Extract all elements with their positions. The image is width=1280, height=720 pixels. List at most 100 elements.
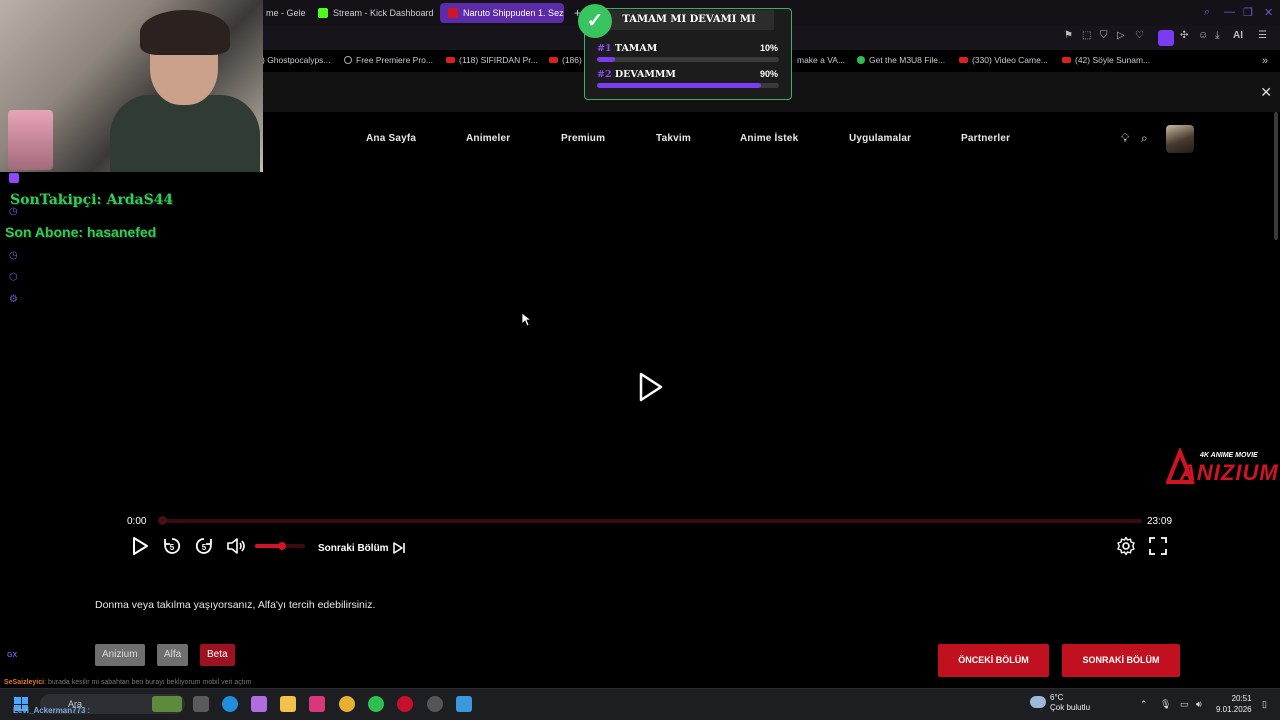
instagram-icon[interactable] — [309, 696, 325, 712]
bookmark-icon[interactable]: ⚑ — [1064, 30, 1073, 41]
sidebar-icon[interactable]: ◷ — [9, 206, 18, 217]
cube-icon[interactable]: ⬡ — [9, 272, 18, 283]
poll-option-2: #2 DEVAMMM — [597, 69, 676, 80]
browser-tab-active[interactable]: Naruto Shippuden 1. Sezo — [440, 3, 564, 23]
chrome-icon[interactable] — [339, 696, 355, 712]
extension-icon[interactable] — [1158, 30, 1174, 46]
weather-cloud-icon — [1030, 696, 1046, 708]
system-clock[interactable]: 20:51 9.01.2026 — [1216, 693, 1252, 715]
copilot-icon[interactable] — [251, 696, 267, 712]
source-beta-button[interactable]: Beta — [200, 644, 235, 666]
previous-episode-button[interactable]: ÖNCEKİ BÖLÜM — [938, 644, 1049, 677]
kick-icon — [318, 8, 328, 18]
obs-icon[interactable] — [427, 696, 443, 712]
nav-partnerler[interactable]: Partnerler — [961, 133, 1010, 144]
svg-text:5: 5 — [170, 543, 175, 552]
source-alfa-button[interactable]: Alfa — [157, 644, 189, 666]
minimize-icon[interactable]: — — [1224, 6, 1235, 18]
nav-premium[interactable]: Premium — [561, 133, 605, 144]
current-time: 0:00 — [127, 516, 147, 527]
bookmark-item[interactable]: Free Premiere Pro... — [344, 55, 433, 65]
puzzle-icon[interactable]: ✣ — [1180, 30, 1188, 41]
network-icon[interactable]: ▭ — [1180, 699, 1189, 710]
bookmark-item[interactable]: (186) — [549, 55, 582, 65]
svg-text:5: 5 — [202, 543, 207, 552]
heart-icon[interactable]: ♡ — [1135, 30, 1144, 41]
whatsapp-icon[interactable] — [368, 696, 384, 712]
lightbulb-icon[interactable]: 💡︎ — [1121, 131, 1129, 146]
tray-chevron-icon[interactable]: ⌃ — [1140, 699, 1148, 710]
app-icon[interactable] — [456, 696, 472, 712]
weather-widget[interactable]: 6°C Çok bulutlu — [1050, 693, 1090, 713]
youtube-icon — [959, 57, 968, 63]
poll-title: TAMAM MI DEVAMI MI — [604, 10, 774, 30]
gear-icon[interactable]: ⚙ — [9, 294, 18, 305]
bookmark-item[interactable]: (330) Video Came... — [959, 55, 1048, 65]
check-icon: ✓ — [578, 4, 612, 38]
chat-message: SeSaizleyici: burada kesilir mi sabahtan… — [4, 679, 252, 686]
play-icon[interactable]: ▷ — [1117, 30, 1125, 41]
last-follower-text: SonTakipçi: ArdaS44 — [10, 192, 174, 208]
menu-icon[interactable]: ☰ — [1258, 30, 1267, 41]
big-play-icon[interactable] — [638, 372, 664, 402]
browser-tab[interactable]: me - Gele — [258, 3, 314, 23]
clock-icon[interactable]: ◷ — [9, 250, 18, 261]
screenshot-icon[interactable]: ⬚ — [1082, 30, 1091, 41]
tab-label: me - Gele — [266, 8, 306, 18]
nav-takvim[interactable]: Takvim — [656, 133, 691, 144]
avatar[interactable] — [1166, 125, 1194, 153]
next-episode-button[interactable]: Sonraki Bölüm — [318, 541, 406, 555]
close-icon[interactable]: ✕ — [1260, 84, 1272, 101]
duration: 23:09 — [1147, 516, 1173, 527]
progress-handle[interactable] — [158, 516, 167, 525]
widgets-icon[interactable] — [152, 696, 182, 712]
browser-tab-kick[interactable]: Stream - Kick Dashboard — [310, 3, 442, 23]
play-icon[interactable] — [132, 536, 150, 556]
edge-icon[interactable] — [222, 696, 238, 712]
shield-icon[interactable]: ⛉ — [1100, 30, 1108, 41]
progress-bar[interactable] — [160, 519, 1142, 523]
bookmark-item[interactable]: (42) Söyle Sunam... — [1062, 55, 1150, 65]
poll-option-2-bar — [597, 83, 779, 88]
task-view-icon[interactable] — [193, 696, 209, 712]
rewind-5-icon[interactable]: 5 — [162, 536, 182, 556]
volume-handle[interactable] — [278, 542, 286, 550]
streamer-body — [110, 95, 260, 172]
bookmark-item[interactable]: (118) SIFIRDAN Pr... — [446, 55, 538, 65]
next-episode-red-button[interactable]: SONRAKİ BÖLÜM — [1062, 644, 1180, 677]
source-anizium-button[interactable]: Anizium — [95, 644, 145, 666]
fullscreen-icon[interactable] — [1148, 536, 1168, 556]
ai-button[interactable]: AI — [1233, 30, 1243, 41]
bookmark-item[interactable]: Get the M3U8 File... — [857, 55, 945, 65]
tab-label: Stream - Kick Dashboard — [333, 8, 434, 18]
youtube-icon — [549, 57, 558, 63]
poll-option-1-bar — [597, 57, 779, 62]
notification-icon[interactable]: ▯ — [1262, 699, 1267, 710]
settings-gear-icon[interactable] — [1116, 536, 1136, 556]
close-window-icon[interactable]: ✕ — [1264, 6, 1273, 19]
nav-animeler[interactable]: Animeler — [466, 133, 510, 144]
bookmark-item[interactable]: make a VA... — [797, 55, 845, 65]
download-icon[interactable]: ⤓ — [1215, 30, 1219, 41]
opera-gx-icon[interactable] — [397, 696, 413, 712]
nav-home[interactable]: Ana Sayfa — [366, 133, 416, 144]
file-explorer-icon[interactable] — [280, 696, 296, 712]
forward-5-icon[interactable]: 5 — [194, 536, 214, 556]
nav-anime-istek[interactable]: Anime İstek — [740, 133, 798, 144]
search-icon[interactable]: ⌕ — [1141, 131, 1148, 146]
last-sub-text: Son Abone: hasanefed — [5, 224, 157, 240]
profile-icon[interactable]: ☺ — [1198, 30, 1208, 41]
speaker-icon[interactable]: 🔊︎ — [1196, 699, 1202, 710]
bookmarks-overflow-icon[interactable]: » — [1262, 55, 1268, 67]
poll-option-2-pct: 90% — [759, 69, 778, 79]
nav-uygulamalar[interactable]: Uygulamalar — [849, 133, 911, 144]
bookmark-item[interactable]: ) Ghostpocalyps... — [262, 55, 331, 65]
search-icon[interactable]: ⌕ — [1204, 6, 1210, 19]
mouse-cursor-icon — [522, 313, 532, 327]
volume-icon[interactable] — [226, 536, 246, 556]
poll-option-2-fill — [597, 83, 761, 88]
microphone-icon[interactable]: 🎙︎ — [1160, 699, 1171, 710]
page-scrollbar[interactable] — [1274, 112, 1278, 240]
logo-subtitle: 4K ANIME MOVIE — [1200, 452, 1258, 459]
maximize-icon[interactable]: ❐ — [1243, 6, 1253, 19]
